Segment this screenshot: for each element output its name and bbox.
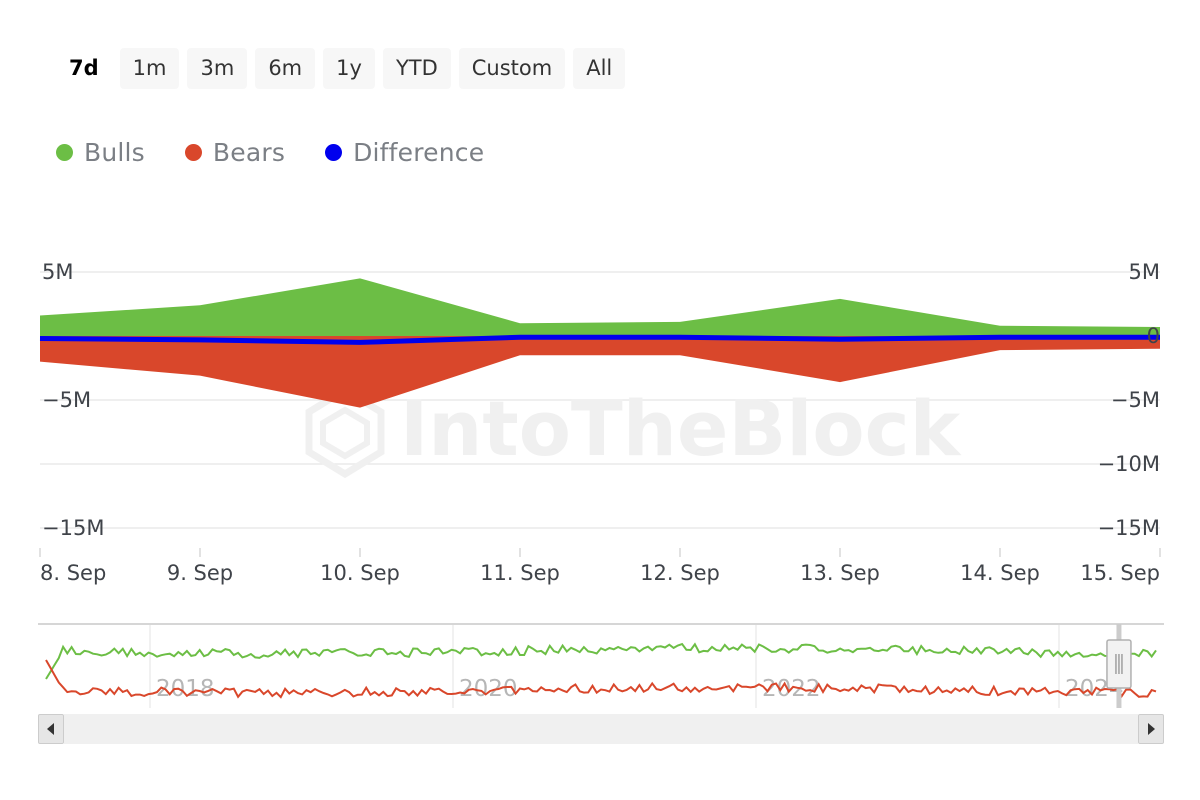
range-button-all[interactable]: All (573, 47, 626, 89)
legend-label-bears: Bears (212, 137, 286, 167)
watermark-text: IntoTheBlock (400, 384, 962, 473)
x-axis-ticks (39, 548, 1161, 557)
intotheblock-watermark: IntoTheBlock (305, 384, 962, 479)
y-axis-tick-label: 5M (1129, 260, 1160, 284)
main-chart-svg: IntoTheBlock 5M −5M −15M 5M 0 −5M −10M −15M (39, 260, 1160, 540)
navigator-year-label: 2020 (459, 676, 518, 702)
x-axis-tick-label: 10. Sep (320, 561, 400, 585)
bulls-area-series (40, 278, 1160, 336)
x-axis-tick-label: 9. Sep (167, 561, 233, 585)
range-button-6m[interactable]: 6m (255, 47, 316, 89)
x-axis-tick-label: 11. Sep (480, 561, 560, 585)
y-axis-tick-label: −15M (1098, 516, 1160, 540)
scrollbar-track[interactable] (64, 714, 1138, 744)
y-axis-tick-label: 5M (42, 260, 73, 284)
y-axis-tick-label: −5M (42, 388, 91, 412)
x-axis: 8. Sep 9. Sep 10. Sep 11. Sep 12. Sep 13. Sep… (0, 548, 1200, 598)
x-axis-labels: 8. Sep 9. Sep 10. Sep 11. Sep 12. Sep 13. Sep… (40, 561, 1160, 585)
x-axis-tick-label: 15. Sep (1080, 561, 1160, 585)
y-axis-tick-label: −15M (42, 516, 104, 540)
range-button-1y[interactable]: 1y (323, 47, 375, 89)
legend-item-difference[interactable]: Difference (325, 138, 484, 167)
y-axis-tick-label: −10M (1098, 452, 1160, 476)
range-button-3m[interactable]: 3m (187, 47, 248, 89)
range-button-custom[interactable]: Custom (458, 47, 566, 89)
legend-item-bulls[interactable]: Bulls (56, 138, 145, 167)
x-axis-svg: 8. Sep 9. Sep 10. Sep 11. Sep 12. Sep 13. Sep… (39, 548, 1161, 585)
main-chart-plot[interactable]: IntoTheBlock 5M −5M −15M 5M 0 −5M −10M −15M (0, 230, 1200, 560)
range-button-1m[interactable]: 1m (119, 47, 180, 89)
range-button-7d[interactable]: 7d (56, 48, 112, 89)
chart-navigator[interactable]: 2018 2020 2022 2024 (38, 620, 1164, 710)
legend-dot-bears-icon (184, 143, 202, 161)
chart-legend: Bulls Bears Difference (56, 130, 484, 174)
range-button-ytd[interactable]: YTD (382, 47, 451, 89)
navigator-svg: 2018 2020 2022 2024 (38, 622, 1164, 708)
x-axis-tick-label: 12. Sep (640, 561, 720, 585)
x-axis-tick-label: 8. Sep (40, 561, 106, 585)
chevron-left-icon (47, 723, 54, 735)
chevron-right-icon (1148, 723, 1155, 735)
legend-label-difference: Difference (353, 137, 485, 167)
scrollbar-right-button[interactable] (1138, 714, 1164, 744)
y-axis-tick-label: 0 (1147, 324, 1160, 348)
scrollbar-left-button[interactable] (38, 714, 64, 744)
chart-scrollbar[interactable] (38, 714, 1164, 744)
legend-label-bulls: Bulls (84, 137, 145, 167)
range-selector: 7d 1m 3m 6m 1y YTD Custom All (56, 46, 626, 90)
x-axis-tick-label: 14. Sep (960, 561, 1040, 585)
navigator-handle-right[interactable] (1106, 639, 1132, 689)
legend-item-bears[interactable]: Bears (184, 137, 286, 167)
y-axis-tick-label: −5M (1111, 388, 1160, 412)
legend-dot-difference-icon (325, 143, 343, 161)
legend-dot-bulls-icon (56, 143, 73, 161)
x-axis-tick-label: 13. Sep (800, 561, 880, 585)
